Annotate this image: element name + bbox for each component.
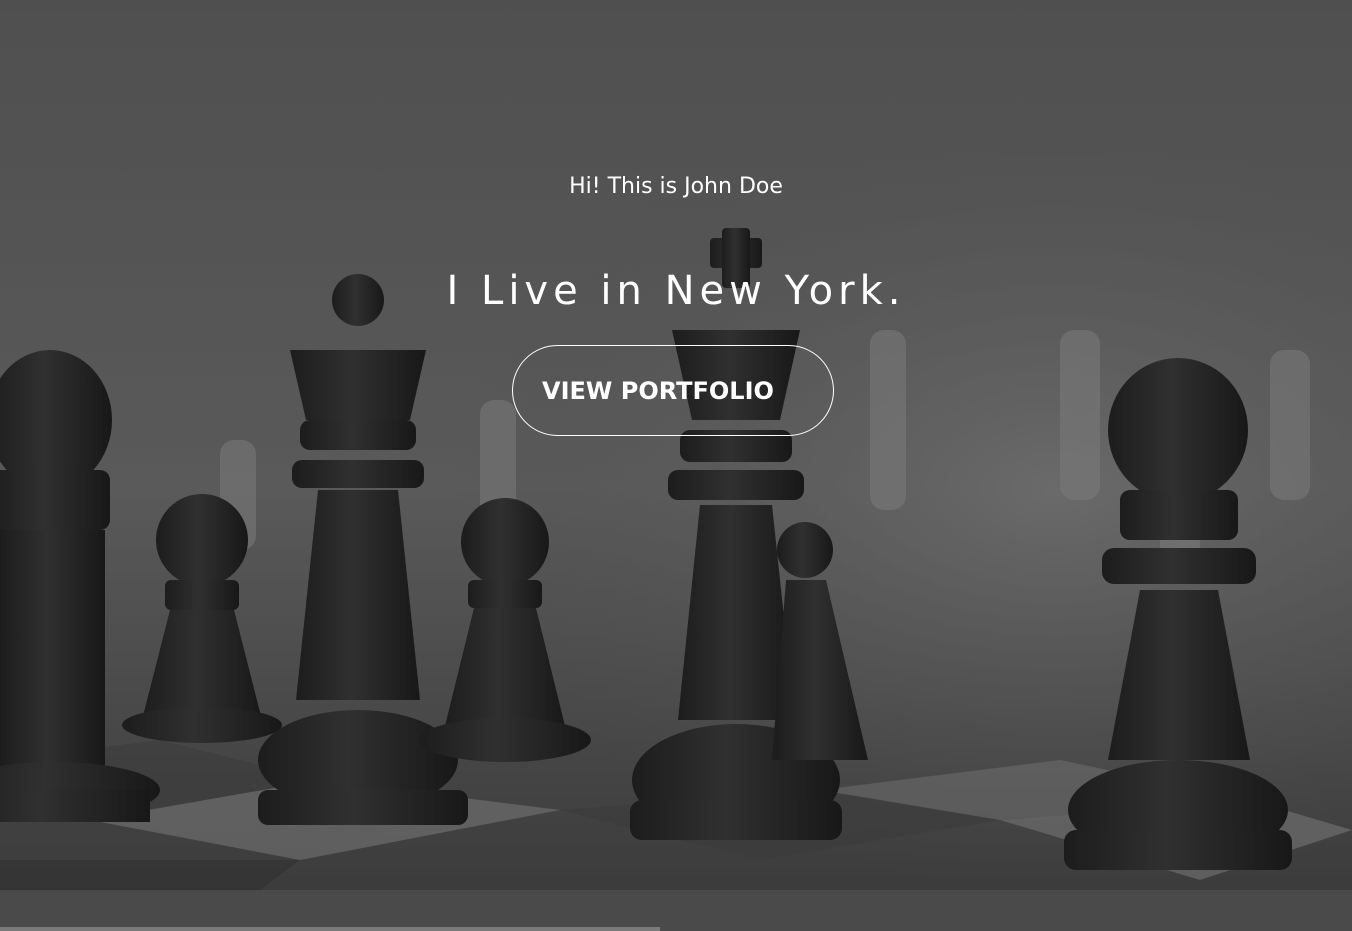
hero-greeting: Hi! This is John Doe — [569, 174, 783, 199]
hero-section: Hi! This is John Doe I Live in New York.… — [0, 0, 1352, 890]
next-section-image-edge — [0, 927, 660, 931]
view-portfolio-button[interactable]: VIEW PORTFOLIO — [512, 345, 834, 436]
next-section — [0, 890, 1352, 931]
hero-headline: I Live in New York. — [446, 268, 906, 314]
hero-content: Hi! This is John Doe I Live in New York.… — [0, 0, 1352, 890]
